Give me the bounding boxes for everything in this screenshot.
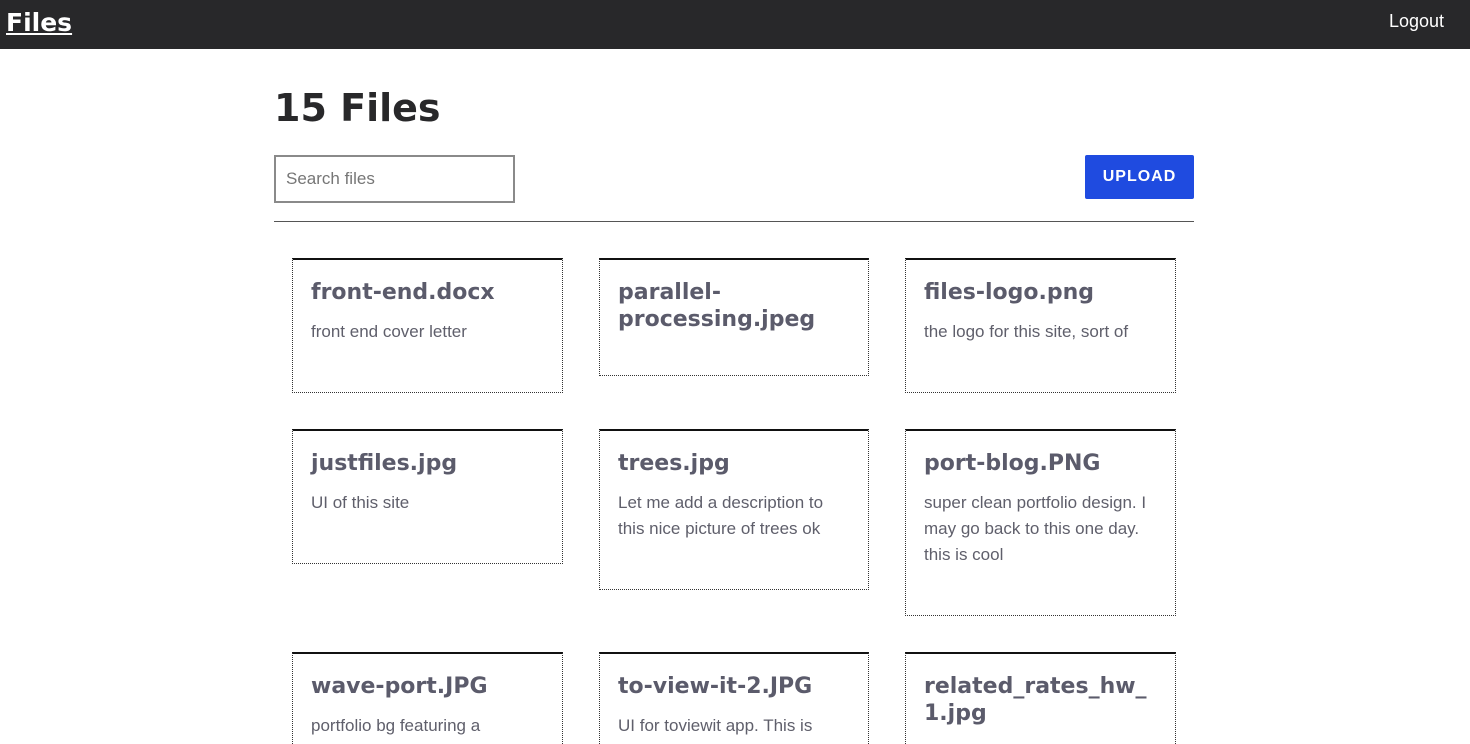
brand-link[interactable]: Files — [6, 8, 72, 37]
file-card[interactable]: to-view-it-2.JPG UI for toviewit app. Th… — [599, 652, 869, 744]
logout-link[interactable]: Logout — [1389, 11, 1444, 32]
file-name: to-view-it-2.JPG — [618, 674, 813, 699]
file-description: super clean portfolio design. I may go b… — [924, 493, 1147, 564]
file-description: the logo for this site, sort of — [924, 322, 1129, 341]
search-input[interactable] — [274, 155, 515, 203]
divider — [274, 221, 1194, 222]
file-name: related_rates_hw_1.jpg — [924, 674, 1147, 726]
file-card[interactable]: related_rates_hw_1.jpg — [905, 652, 1176, 744]
file-description: front end cover letter — [311, 322, 467, 341]
file-name: wave-port.JPG — [311, 674, 488, 699]
file-name: parallel-processing.jpeg — [618, 280, 816, 332]
page-title: 15 Files — [274, 86, 441, 130]
file-card[interactable]: justfiles.jpg UI of this site — [292, 429, 563, 564]
file-card[interactable]: wave-port.JPG portfolio bg featuring a — [292, 652, 563, 744]
file-name: front-end.docx — [311, 280, 495, 305]
file-description: UI of this site — [311, 493, 410, 512]
file-name: port-blog.PNG — [924, 451, 1101, 476]
file-card[interactable]: files-logo.png the logo for this site, s… — [905, 258, 1176, 393]
upload-button[interactable]: UPLOAD — [1085, 155, 1194, 199]
file-card[interactable]: port-blog.PNG super clean portfolio desi… — [905, 429, 1176, 616]
file-description: UI for toviewit app. This is — [618, 716, 813, 735]
file-card[interactable]: trees.jpg Let me add a description to th… — [599, 429, 869, 590]
file-name: files-logo.png — [924, 280, 1095, 305]
file-name: justfiles.jpg — [311, 451, 458, 476]
file-description: Let me add a description to this nice pi… — [618, 493, 824, 538]
file-description: portfolio bg featuring a — [311, 716, 481, 735]
file-name: trees.jpg — [618, 451, 730, 476]
file-card[interactable]: parallel-processing.jpeg — [599, 258, 869, 376]
top-nav-bar: Files Logout — [0, 0, 1470, 49]
file-card[interactable]: front-end.docx front end cover letter — [292, 258, 563, 393]
